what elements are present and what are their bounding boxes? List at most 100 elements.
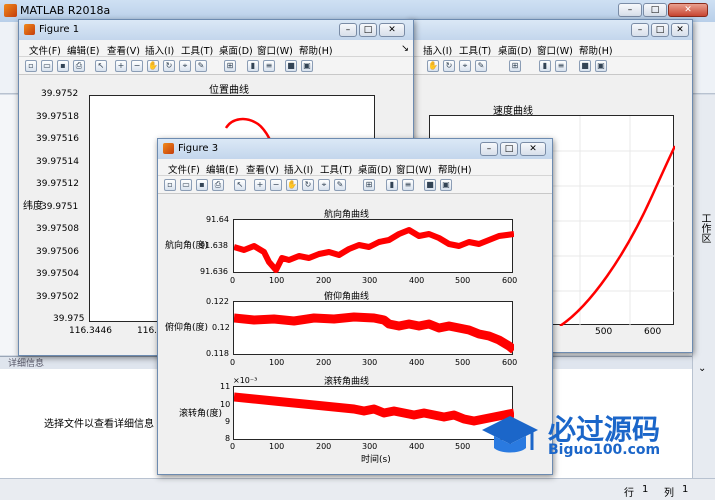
select-arrow-icon[interactable]: ↖ xyxy=(95,60,107,72)
xtick-0: 0 xyxy=(230,358,236,367)
brush-icon[interactable]: ✎ xyxy=(334,179,346,191)
data-cursor-icon[interactable]: ⌖ xyxy=(459,60,471,72)
xtick-400: 400 xyxy=(409,276,425,285)
open-icon[interactable]: ▭ xyxy=(180,179,192,191)
watermark-url: Biguo100.com xyxy=(548,442,661,458)
fig3-menu-edit[interactable]: 编辑(E) xyxy=(206,162,238,176)
fig3-minimize-button[interactable]: – xyxy=(480,142,498,156)
fig2-menu-insert[interactable]: 插入(I) xyxy=(423,43,452,57)
fig3-toolbar: ▫ ▭ ▪ ⎙ ↖ + − ✋ ↻ ⌖ ✎ ⊞ ▮ ≡ ■ ▣ xyxy=(158,176,552,194)
legend-icon[interactable]: ≡ xyxy=(263,60,275,72)
select-arrow-icon[interactable]: ↖ xyxy=(234,179,246,191)
fig1-menu-window[interactable]: 窗口(W) xyxy=(257,43,293,57)
fig1-menu-arrow-icon[interactable]: ↘ xyxy=(401,43,409,54)
legend-icon[interactable]: ≡ xyxy=(555,60,567,72)
fig2-menu-help[interactable]: 帮助(H) xyxy=(579,43,613,57)
fig3-close-button[interactable]: ✕ xyxy=(520,142,546,156)
xtick-200: 200 xyxy=(316,276,332,285)
fig3-menu-tools[interactable]: 工具(T) xyxy=(320,162,352,176)
print-icon[interactable]: ⎙ xyxy=(212,179,224,191)
hide-tools-icon[interactable]: ■ xyxy=(579,60,591,72)
fig2-menu-window[interactable]: 窗口(W) xyxy=(537,43,573,57)
fig1-ytick: 39.9751 xyxy=(41,202,79,212)
zoom-in-icon[interactable]: + xyxy=(115,60,127,72)
pan-icon[interactable]: ✋ xyxy=(286,179,298,191)
pan-icon[interactable]: ✋ xyxy=(147,60,159,72)
fig1-close-button[interactable]: ✕ xyxy=(379,23,405,37)
colorbar-icon[interactable]: ▮ xyxy=(539,60,551,72)
link-icon[interactable]: ⊞ xyxy=(509,60,521,72)
close-button[interactable]: ✕ xyxy=(668,3,708,17)
fig2-menu-tools[interactable]: 工具(T) xyxy=(459,43,491,57)
link-icon[interactable]: ⊞ xyxy=(363,179,375,191)
brush-icon[interactable]: ✎ xyxy=(475,60,487,72)
show-tools-icon[interactable]: ▣ xyxy=(301,60,313,72)
figure-icon xyxy=(24,24,35,35)
data-cursor-icon[interactable]: ⌖ xyxy=(318,179,330,191)
show-tools-icon[interactable]: ▣ xyxy=(440,179,452,191)
pan-icon[interactable]: ✋ xyxy=(427,60,439,72)
details-message: 选择文件以查看详细信息 xyxy=(44,419,154,430)
figure-3-titlebar: Figure 3 – □ ✕ xyxy=(158,139,552,159)
heading-line xyxy=(234,227,514,273)
fig2-xtick-500: 500 xyxy=(595,327,613,337)
maximize-button[interactable]: □ xyxy=(643,3,667,17)
show-tools-icon[interactable]: ▣ xyxy=(595,60,607,72)
zoom-in-icon[interactable]: + xyxy=(254,179,266,191)
rotate-icon[interactable]: ↻ xyxy=(163,60,175,72)
fig1-menu-tools[interactable]: 工具(T) xyxy=(181,43,213,57)
fig3-menu-window[interactable]: 窗口(W) xyxy=(396,162,432,176)
open-icon[interactable]: ▭ xyxy=(41,60,53,72)
colorbar-icon[interactable]: ▮ xyxy=(247,60,259,72)
fig1-ytick: 39.97502 xyxy=(36,292,79,302)
fig2-close-button[interactable]: ✕ xyxy=(671,23,689,37)
link-icon[interactable]: ⊞ xyxy=(224,60,236,72)
xtick-0: 0 xyxy=(230,276,236,285)
fig3-maximize-button[interactable]: □ xyxy=(500,142,518,156)
fig1-menu-view[interactable]: 查看(V) xyxy=(107,43,140,57)
fig1-menu-insert[interactable]: 插入(I) xyxy=(145,43,174,57)
fig2-maximize-button[interactable]: □ xyxy=(651,23,669,37)
fig1-menu-edit[interactable]: 编辑(E) xyxy=(67,43,99,57)
hide-tools-icon[interactable]: ■ xyxy=(424,179,436,191)
print-icon[interactable]: ⎙ xyxy=(73,60,85,72)
fig1-ytick: 39.97514 xyxy=(36,157,79,167)
hide-tools-icon[interactable]: ■ xyxy=(285,60,297,72)
fig3-menu-file[interactable]: 文件(F) xyxy=(168,162,200,176)
details-panel-label: 详细信息 xyxy=(8,359,45,369)
workspace-side-tab[interactable]: 工作区 ⌄ xyxy=(692,95,715,480)
save-icon[interactable]: ▪ xyxy=(57,60,69,72)
fig2-menubar: 插入(I) 工具(T) 桌面(D) 窗口(W) 帮助(H) xyxy=(409,40,692,57)
pitch-ylabel: 俯仰角(度) xyxy=(165,323,209,333)
fig3-menu-insert[interactable]: 插入(I) xyxy=(284,162,313,176)
xtick-0: 0 xyxy=(230,442,236,451)
fig1-menu-file[interactable]: 文件(F) xyxy=(29,43,61,57)
fig2-menu-desktop[interactable]: 桌面(D) xyxy=(498,43,532,57)
figure-3-title: Figure 3 xyxy=(178,143,219,154)
heading-axes xyxy=(233,219,514,273)
fig1-maximize-button[interactable]: □ xyxy=(359,23,377,37)
minimize-button[interactable]: – xyxy=(618,3,642,17)
chevron-down-icon[interactable]: ⌄ xyxy=(698,363,706,374)
save-icon[interactable]: ▪ xyxy=(196,179,208,191)
rotate-icon[interactable]: ↻ xyxy=(302,179,314,191)
zoom-out-icon[interactable]: − xyxy=(131,60,143,72)
zoom-out-icon[interactable]: − xyxy=(270,179,282,191)
new-figure-icon[interactable]: ▫ xyxy=(164,179,176,191)
roll-exponent: ×10⁻³ xyxy=(233,376,258,385)
fig3-menu-desktop[interactable]: 桌面(D) xyxy=(358,162,392,176)
fig1-menu-help[interactable]: 帮助(H) xyxy=(299,43,333,57)
fig3-menu-help[interactable]: 帮助(H) xyxy=(438,162,472,176)
fig1-menu-desktop[interactable]: 桌面(D) xyxy=(219,43,253,57)
pitch-ytick: 0.12 xyxy=(212,323,230,332)
legend-icon[interactable]: ≡ xyxy=(402,179,414,191)
new-figure-icon[interactable]: ▫ xyxy=(25,60,37,72)
fig1-minimize-button[interactable]: – xyxy=(339,23,357,37)
colorbar-icon[interactable]: ▮ xyxy=(386,179,398,191)
data-cursor-icon[interactable]: ⌖ xyxy=(179,60,191,72)
fig3-menu-view[interactable]: 查看(V) xyxy=(246,162,279,176)
fig1-ytick: 39.97518 xyxy=(36,112,79,122)
brush-icon[interactable]: ✎ xyxy=(195,60,207,72)
rotate-icon[interactable]: ↻ xyxy=(443,60,455,72)
fig2-minimize-button[interactable]: – xyxy=(631,23,649,37)
